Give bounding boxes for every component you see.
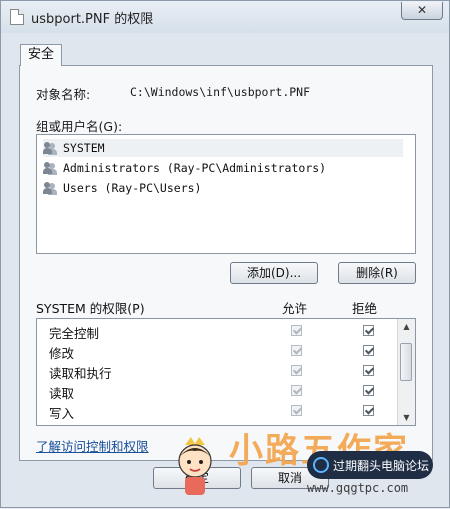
group-name: Users (Ray-PC\Users)	[63, 181, 202, 195]
allow-checkbox[interactable]	[291, 345, 302, 356]
group-name: SYSTEM	[63, 141, 105, 155]
table-row: 修改	[37, 341, 397, 361]
window-title: usbport.PNF 的权限	[31, 12, 154, 27]
file-icon	[10, 9, 24, 25]
allow-checkbox[interactable]	[291, 385, 302, 396]
tab-security[interactable]: 安全	[20, 44, 62, 66]
permissions-dialog: usbport.PNF 的权限 ✕ 安全 对象名称: C:\Windows\in…	[0, 0, 450, 508]
learn-access-control-link[interactable]: 了解访问控制和权限	[36, 436, 149, 455]
table-row: 写入	[37, 401, 397, 421]
add-button[interactable]: 添加(D)...	[230, 262, 318, 284]
permission-name: 读取和执行	[49, 366, 112, 381]
watermark-badge: 过期翻头电脑论坛	[307, 451, 433, 479]
permissions-list: 完全控制 修改 读取和执行 读取 写入 ▲ ▼	[36, 318, 416, 426]
table-row: 读取	[37, 381, 397, 401]
group-user-list[interactable]: SYSTEM Administrators (Ray-PC\Administra…	[36, 134, 416, 254]
object-name-label: 对象名称:	[36, 87, 91, 102]
deny-checkbox[interactable]	[363, 345, 374, 356]
title-bar: usbport.PNF 的权限 ✕	[1, 1, 449, 33]
permissions-title: SYSTEM 的权限(P)	[36, 301, 145, 316]
deny-checkbox[interactable]	[363, 385, 374, 396]
permissions-scrollbar[interactable]: ▲ ▼	[397, 319, 415, 425]
group-name: Administrators (Ray-PC\Administrators)	[63, 161, 327, 175]
watermark: 小路五作家 过期翻头电脑论坛 www.gqgtpc.com	[169, 421, 450, 509]
remove-button[interactable]: 删除(R)	[338, 262, 416, 284]
allow-checkbox[interactable]	[291, 325, 302, 336]
scroll-thumb[interactable]	[400, 343, 412, 381]
close-button[interactable]: ✕	[401, 2, 443, 20]
users-icon	[43, 181, 59, 195]
users-icon	[43, 161, 59, 175]
scroll-up-icon[interactable]: ▲	[398, 319, 415, 334]
security-panel: 对象名称: C:\Windows\inf\usbport.PNF 组或用户名(G…	[19, 65, 433, 461]
allow-checkbox[interactable]	[291, 405, 302, 416]
permission-name: 修改	[49, 346, 75, 361]
deny-checkbox[interactable]	[363, 365, 374, 376]
list-item[interactable]: SYSTEM	[43, 139, 403, 157]
badge-logo-icon	[313, 457, 329, 473]
table-row: 完全控制	[37, 321, 397, 341]
groups-label: 组或用户名(G):	[36, 119, 123, 134]
deny-checkbox[interactable]	[363, 405, 374, 416]
watermark-badge-text: 过期翻头电脑论坛	[333, 458, 430, 473]
watermark-url: www.gqgtpc.com	[307, 481, 409, 495]
allow-header: 允许	[282, 301, 308, 316]
permission-name: 读取	[49, 386, 75, 401]
list-item[interactable]: Administrators (Ray-PC\Administrators)	[43, 159, 403, 177]
cartoon-mascot-icon	[178, 437, 212, 495]
permission-name: 完全控制	[49, 326, 100, 341]
deny-header: 拒绝	[352, 301, 378, 316]
object-name-value: C:\Windows\inf\usbport.PNF	[130, 85, 311, 99]
permission-name: 写入	[49, 406, 75, 421]
table-row: 读取和执行	[37, 361, 397, 381]
deny-checkbox[interactable]	[363, 325, 374, 336]
allow-checkbox[interactable]	[291, 365, 302, 376]
users-icon	[43, 141, 59, 155]
list-item[interactable]: Users (Ray-PC\Users)	[43, 179, 403, 197]
